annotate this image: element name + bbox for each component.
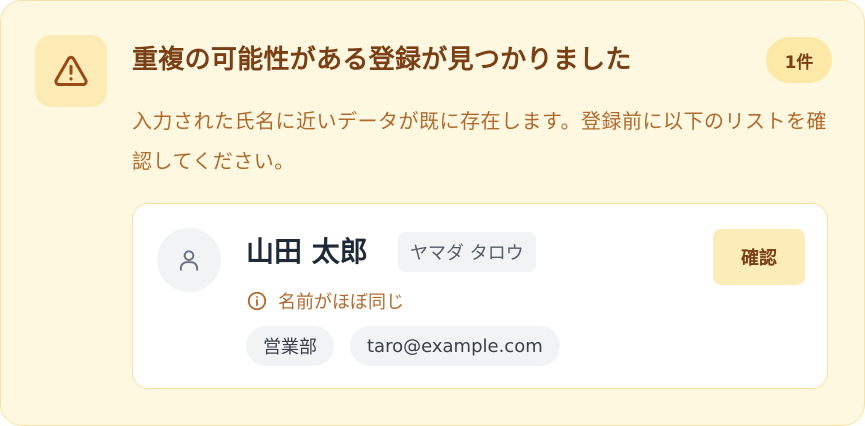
alert-title: 重複の可能性がある登録が見つかりました: [132, 45, 632, 75]
alert-description: 入力された氏名に近いデータが既に存在します。登録前に以下のリストを確認してくださ…: [132, 109, 827, 173]
candidate-card: 山田 太郎 ヤマダ タロウ 確認 名前がほぼ同じ 営業部 taro@exampl…: [132, 203, 828, 389]
department-tag: 営業部: [246, 326, 334, 366]
candidate-kana-badge: ヤマダ タロウ: [398, 232, 536, 272]
duplicate-warning-panel: 重複の可能性がある登録が見つかりました 1件 入力された氏名に近いデータが既に存…: [0, 0, 865, 426]
match-reason-text: 名前がほぼ同じ: [278, 292, 404, 313]
user-icon: [179, 250, 199, 271]
email-tag: taro@example.com: [350, 326, 560, 366]
confirm-button[interactable]: 確認: [713, 229, 805, 285]
warning-icon-box: [35, 35, 107, 107]
info-icon: [246, 290, 268, 312]
count-badge: 1件: [766, 37, 832, 83]
avatar: [157, 228, 221, 292]
warning-triangle-icon: [54, 55, 88, 86]
candidate-tags: 営業部 taro@example.com: [246, 326, 560, 366]
match-reason: 名前がほぼ同じ: [246, 288, 404, 314]
candidate-name: 山田 太郎: [246, 235, 368, 268]
